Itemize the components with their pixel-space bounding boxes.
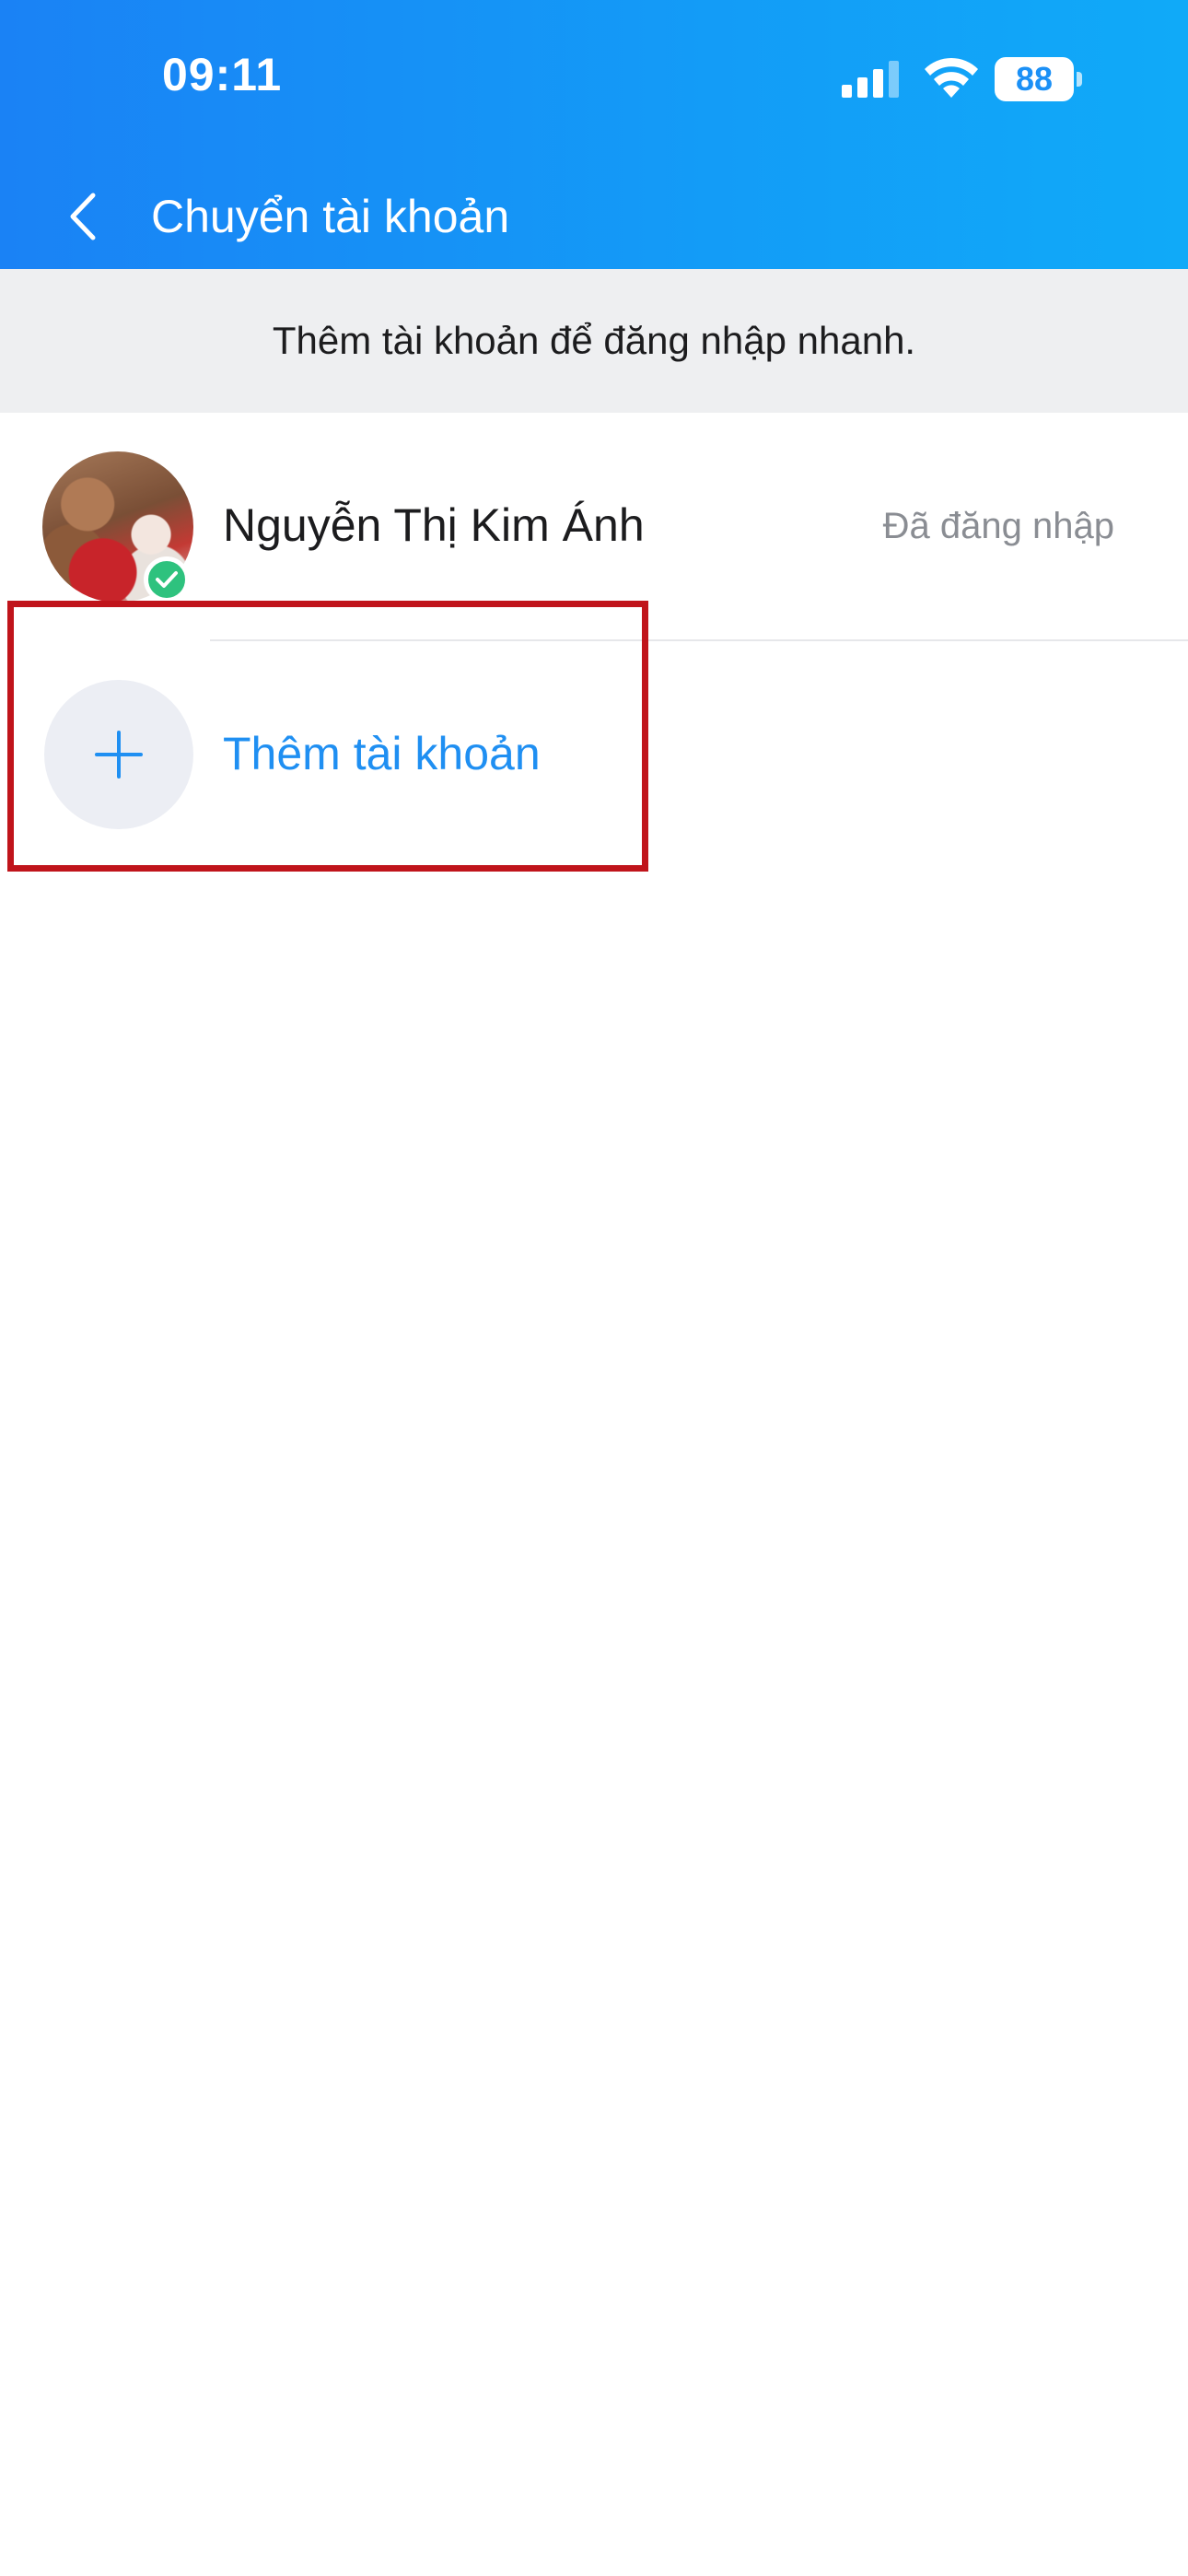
account-status: Đã đăng nhập <box>882 506 1114 546</box>
chevron-left-icon <box>70 193 96 240</box>
app-header: 09:11 88 Chuyển tài khoản <box>0 0 1188 269</box>
battery-body: 88 <box>995 57 1074 101</box>
battery-level: 88 <box>1015 60 1054 98</box>
back-button[interactable] <box>46 184 120 249</box>
add-account-button[interactable]: Thêm tài khoản <box>0 641 1188 868</box>
account-row[interactable]: Nguyễn Thị Kim Ánh Đã đăng nhập <box>0 413 1188 639</box>
add-account-circle <box>44 680 193 829</box>
info-banner-text: Thêm tài khoản để đăng nhập nhanh. <box>272 319 916 362</box>
check-icon <box>144 556 190 603</box>
page-title: Chuyển tài khoản <box>151 191 510 242</box>
account-name: Nguyễn Thị Kim Ánh <box>223 499 645 551</box>
signal-icon <box>842 61 899 98</box>
add-account-label: Thêm tài khoản <box>223 728 541 779</box>
plus-icon <box>95 731 143 779</box>
info-banner: Thêm tài khoản để đăng nhập nhanh. <box>0 269 1188 413</box>
wifi-icon <box>925 57 978 98</box>
battery-tip <box>1077 72 1082 87</box>
nav-bar: Chuyển tài khoản <box>0 166 1188 269</box>
battery-icon: 88 <box>995 57 1083 101</box>
status-bar: 09:11 88 <box>0 0 1188 166</box>
status-time: 09:11 <box>162 49 283 100</box>
